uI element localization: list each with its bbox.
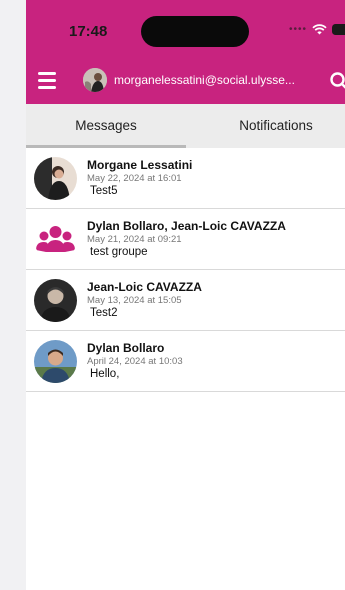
status-time: 17:48 — [69, 23, 108, 40]
conversation-item[interactable]: Dylan Bollaro, Jean-Loic CAVAZZA May 21,… — [26, 209, 345, 270]
conversation-name: Jean-Loic CAVAZZA — [87, 280, 202, 294]
conversation-preview: Hello, — [90, 368, 120, 380]
tab-messages[interactable]: Messages — [26, 104, 186, 148]
group-icon — [34, 218, 77, 261]
conversation-date: May 22, 2024 at 16:01 — [87, 173, 182, 184]
app-header: morganelessatini@social.ulysse... — [26, 58, 345, 104]
status-indicators: •••• — [289, 24, 345, 35]
tab-bar: Messages Notifications — [26, 104, 345, 148]
conversation-item[interactable]: Dylan Bollaro April 24, 2024 at 10:03 He… — [26, 331, 345, 392]
avatar — [34, 340, 77, 383]
conversation-preview: Test2 — [90, 307, 118, 319]
conversation-name: Dylan Bollaro — [87, 341, 165, 355]
phone-screen: 17:48 •••• morganelessatini@social.ulyss… — [26, 0, 345, 590]
avatar — [34, 157, 77, 200]
status-bar: 17:48 •••• — [26, 0, 345, 58]
conversation-name: Dylan Bollaro, Jean-Loic CAVAZZA — [87, 219, 286, 233]
conversation-preview: test groupe — [90, 246, 148, 258]
conversation-item[interactable]: Jean-Loic CAVAZZA May 13, 2024 at 15:05 … — [26, 270, 345, 331]
battery-icon — [332, 24, 345, 35]
conversation-list: Morgane Lessatini May 22, 2024 at 16:01 … — [26, 148, 345, 392]
wifi-icon — [312, 24, 327, 35]
search-icon[interactable] — [329, 71, 345, 91]
conversation-date: May 13, 2024 at 15:05 — [87, 295, 182, 306]
account-email: morganelessatini@social.ulysse... — [114, 73, 295, 87]
conversation-item[interactable]: Morgane Lessatini May 22, 2024 at 16:01 … — [26, 148, 345, 209]
dynamic-island — [141, 16, 249, 47]
conversation-date: May 21, 2024 at 09:21 — [87, 234, 182, 245]
signal-dots-icon: •••• — [289, 24, 308, 35]
hamburger-menu-icon[interactable] — [38, 72, 56, 90]
account-avatar[interactable] — [83, 68, 107, 92]
conversation-date: April 24, 2024 at 10:03 — [87, 356, 183, 367]
tab-notifications[interactable]: Notifications — [186, 104, 345, 148]
avatar — [34, 279, 77, 322]
conversation-name: Morgane Lessatini — [87, 158, 193, 172]
conversation-preview: Test5 — [90, 185, 118, 197]
left-gutter — [0, 0, 26, 590]
